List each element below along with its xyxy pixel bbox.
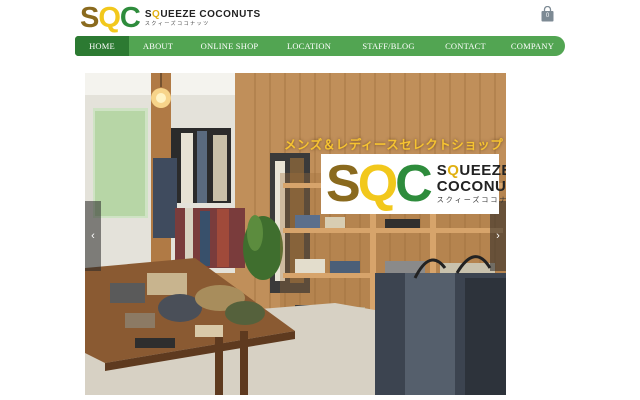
sign-letter-q: Q: [357, 155, 398, 213]
logo-name-rest: UEEZE COCONUTS: [160, 8, 261, 20]
sign-letter-c: C: [395, 155, 433, 213]
sign-logo-mark: SQC: [326, 155, 433, 213]
logo-name-first: S: [144, 8, 153, 20]
nav-company[interactable]: COMPANY: [500, 36, 565, 56]
logo-wordmark: SQUEEZE COCONUTS スクィーズココナッツ: [145, 3, 261, 33]
nav-staff-blog[interactable]: STAFF/BLOG: [346, 36, 431, 56]
hero-store-photo: [85, 73, 506, 395]
site-logo[interactable]: SQC SQUEEZE COCONUTS スクィーズココナッツ: [80, 2, 261, 34]
nav-home[interactable]: HOME: [75, 36, 129, 56]
hero-slideshow[interactable]: ‹ › メンズ＆レディースセレクトショップ SQC SQUEEZE COCONU…: [85, 73, 506, 395]
logo-name: SQUEEZE COCONUTS: [145, 9, 261, 21]
nav-online-shop[interactable]: ONLINE SHOP: [187, 36, 272, 56]
nav-about[interactable]: ABOUT: [129, 36, 187, 56]
nav-contact[interactable]: CONTACT: [431, 36, 500, 56]
sign-kana: スクィーズココナッツ: [436, 196, 506, 204]
nav-location[interactable]: LOCATION: [272, 36, 346, 56]
cart-button[interactable]: 0: [541, 5, 554, 22]
logo-mark: SQC: [80, 2, 141, 34]
sign-wordmark: SQUEEZE COCONUTS スクィーズココナッツ: [436, 161, 506, 206]
logo-letter-c: C: [119, 2, 141, 34]
sign-line-1-q: Q: [447, 161, 460, 179]
sign-letter-s: S: [326, 155, 361, 213]
hero-logo-sign: SQC SQUEEZE COCONUTS スクィーズココナッツ: [321, 154, 506, 214]
logo-kana: スクィーズココナッツ: [144, 20, 210, 27]
sign-line-1-rest: UEEZE: [459, 161, 506, 179]
sign-line-2: COCONUTS: [436, 177, 506, 195]
cart-count: 0: [545, 13, 550, 19]
sign-line-1: SQUEEZE: [436, 161, 506, 179]
sign-line-1-first: S: [436, 161, 448, 179]
logo-letter-s: S: [80, 2, 99, 34]
prev-slide-button[interactable]: ‹: [85, 201, 101, 271]
main-nav: HOME ABOUT ONLINE SHOP LOCATION STAFF/BL…: [75, 36, 565, 56]
hero-tagline: メンズ＆レディースセレクトショップ: [284, 138, 504, 152]
logo-letter-q: Q: [98, 2, 121, 34]
